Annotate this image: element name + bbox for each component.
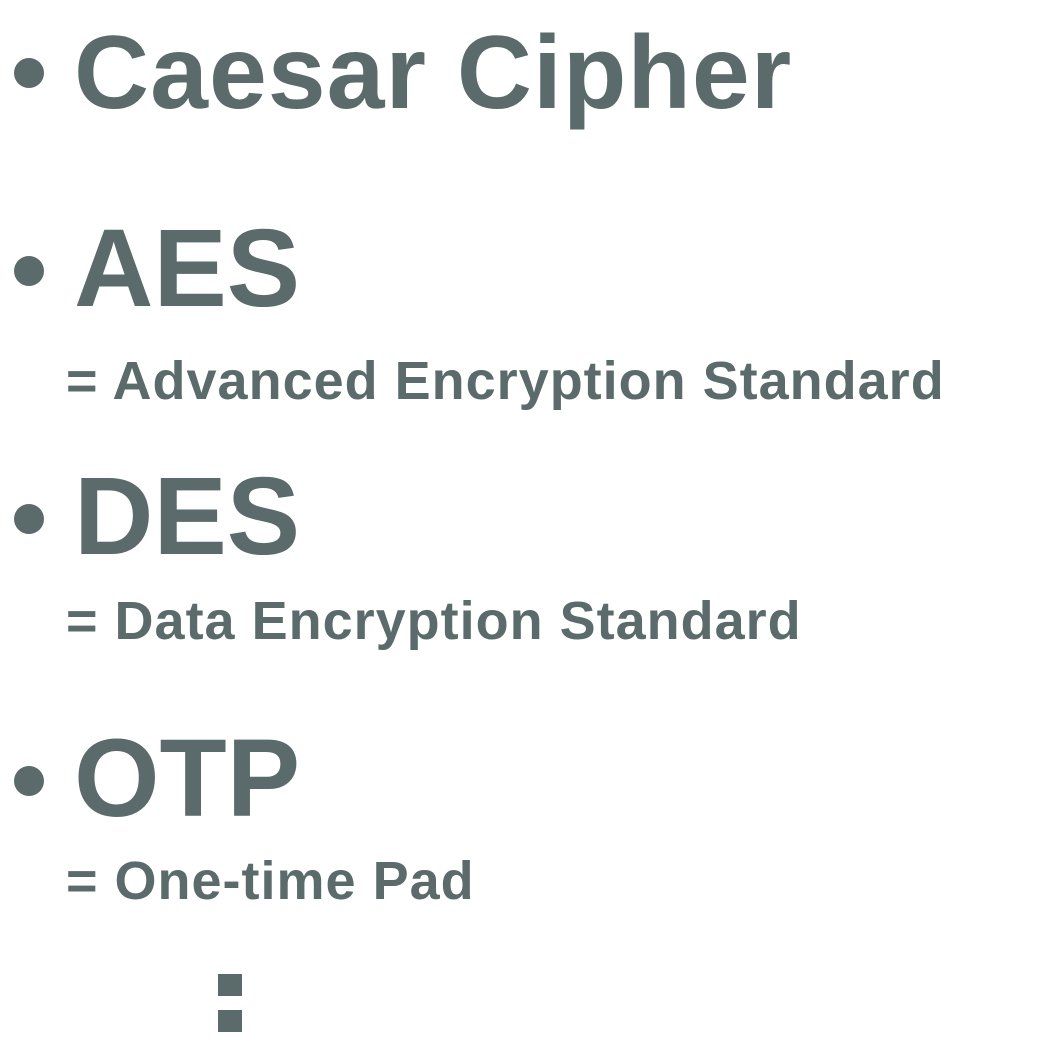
bullet-dot-icon <box>14 58 44 88</box>
term-caesar-cipher: Caesar Cipher <box>74 15 793 131</box>
bullet-dot-icon <box>14 256 44 286</box>
term-otp: OTP <box>74 717 301 840</box>
ellipsis-dot-bottom <box>218 1010 242 1032</box>
vertical-ellipsis-icon <box>218 968 244 1036</box>
expansion-aes: = Advanced Encryption Standard <box>66 351 945 411</box>
ellipsis-dot-top <box>218 974 242 996</box>
bullet-dot-icon <box>14 766 44 796</box>
term-des: DES <box>74 455 301 578</box>
term-aes: AES <box>74 207 301 330</box>
expansion-des: = Data Encryption Standard <box>66 591 802 651</box>
expansion-otp: = One-time Pad <box>66 851 475 911</box>
bullet-dot-icon <box>14 504 44 534</box>
